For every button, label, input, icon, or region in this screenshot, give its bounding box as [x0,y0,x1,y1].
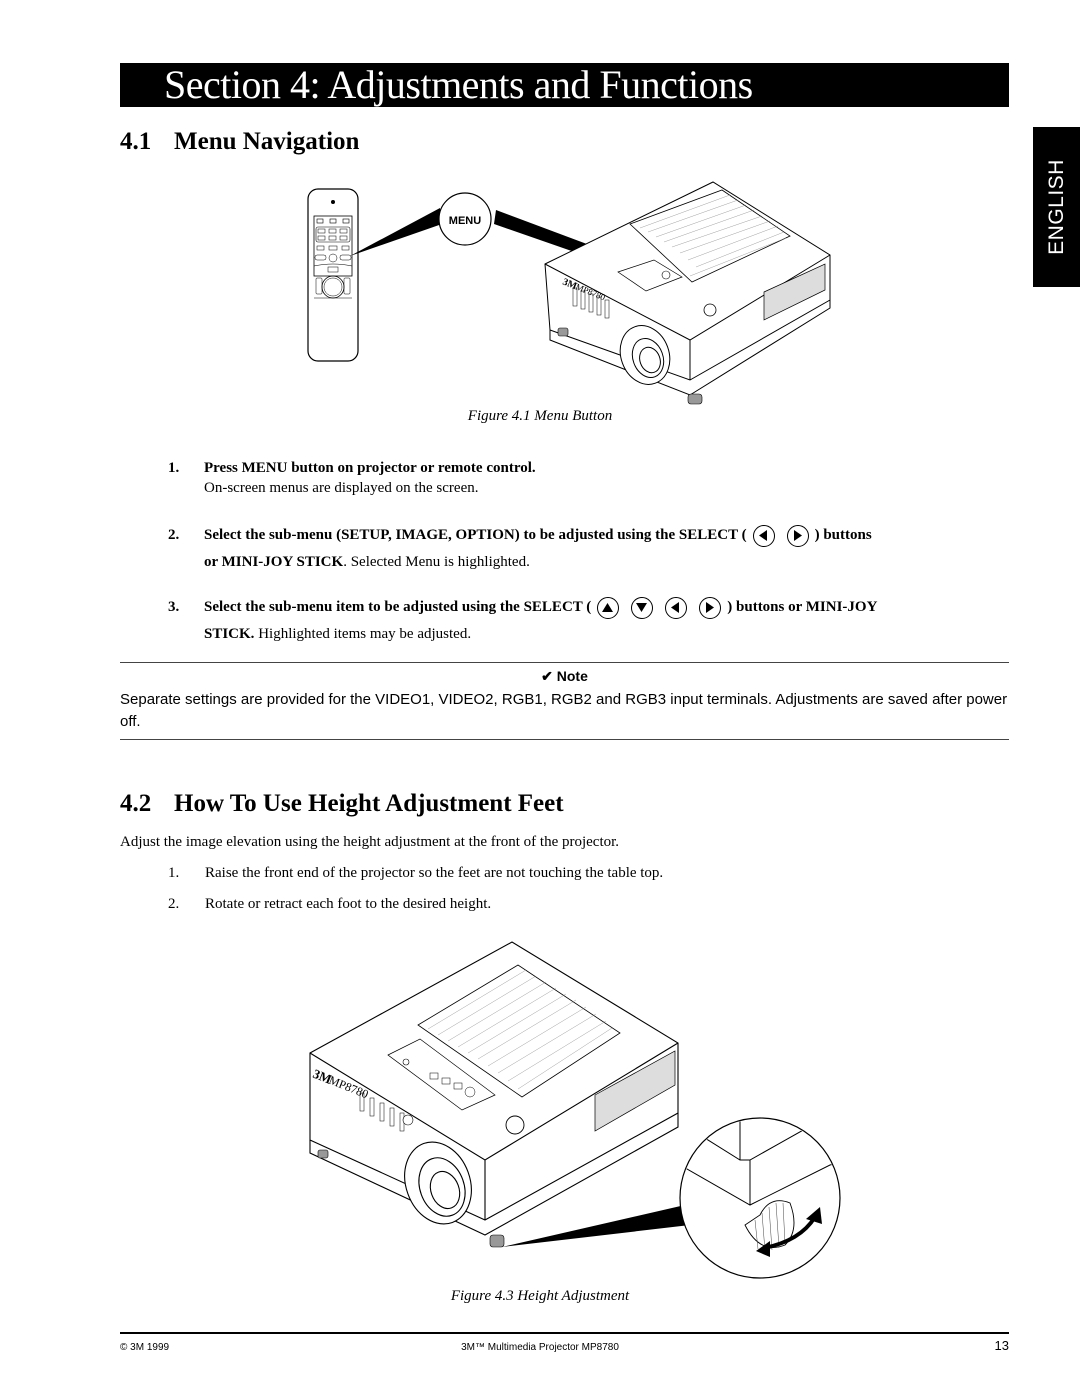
foot-detail-callout [679,1117,841,1279]
figure-height-adjustment-illustration: 3M MP8780 [309,941,841,1279]
section-title: Section 4: Adjustments and Functions [164,62,753,107]
right-arrow-button-icon [786,524,809,547]
step-number: 3. [168,599,180,615]
down-arrow-button-icon [631,596,654,619]
height-adjustment-intro: Adjust the image elevation using the hei… [120,834,620,850]
menu-step-3: 3. Select the sub-menu item to be adjust… [168,594,1008,648]
page-number: 13 [994,1338,1009,1353]
step-instruction: Select the sub-menu (SETUP, IMAGE, OPTIO… [204,527,747,543]
footer-product: 3M™ Multimedia Projector MP8780 [461,1342,619,1353]
step-number: 2. [168,896,180,912]
step-instruction-line2: or MINI-JOY STICK [204,554,344,570]
up-arrow-button-icon [597,596,620,619]
left-arrow-button-icon [752,524,775,547]
heading-number: 4.2 [120,790,152,817]
heading-number: 4.1 [120,128,152,155]
step-instruction-suffix: ) buttons [814,527,872,543]
callout-beam-remote [350,208,442,256]
heading-menu-navigation: 4.1 Menu Navigation [120,128,359,156]
height-step-1: 1. Raise the front end of the projector s… [168,865,968,882]
step-instruction: Select the sub-menu item to be adjusted … [204,599,592,615]
menu-step-1: 1. Press MENU button on projector or rem… [168,455,1008,498]
note-title: ✔ Note [541,668,588,684]
section-header-bar: Section 4: Adjustments and Functions [120,63,1009,107]
step-description: On-screen menus are displayed on the scr… [204,480,479,496]
step-number: 1. [168,865,180,881]
step-instruction-suffix: ) buttons or MINI-JOY [727,599,878,615]
heading-text: How To Use Height Adjustment Feet [174,790,564,817]
step-number: 2. [168,527,180,543]
heading-height-adjustment: 4.2 How To Use Height Adjustment Feet [120,790,564,818]
footer-rule [120,1332,1009,1334]
step-text: Raise the front end of the projector so … [205,865,664,881]
step-text: Rotate or retract each foot to the desir… [205,896,492,912]
figure-caption-height-adjustment: Figure 4.3 Height Adjustment [450,1288,630,1304]
remote-control-illustration [307,188,359,362]
step-instruction-line2: STICK. [204,626,255,642]
height-step-2: 2. Rotate or retract each foot to the des… [168,896,968,913]
step-number: 1. [168,460,180,476]
heading-text: Menu Navigation [174,128,360,155]
menu-step-2: 2. Select the sub-menu (SETUP, IMAGE, OP… [168,522,1008,576]
right-arrow-button-icon [699,596,722,619]
menu-callout-label: MENU [449,215,481,227]
step-description: . Selected Menu is highlighted. [343,554,530,570]
figure-menu-button-illustration: MENU 3M MP8780 [307,181,831,405]
note-body: Separate settings are provided for the V… [120,691,1008,730]
figure-caption-menu-button: Figure 4.1 Menu Button [467,408,613,424]
language-tab: ENGLISH [1033,127,1080,287]
note-top-rule [120,662,1009,663]
left-arrow-button-icon [665,596,688,619]
step-description: Highlighted items may be adjusted. [254,626,472,642]
note-bottom-rule [120,739,1009,740]
callout-beam-foot [502,1205,690,1247]
language-tab-label: ENGLISH [1044,159,1068,255]
